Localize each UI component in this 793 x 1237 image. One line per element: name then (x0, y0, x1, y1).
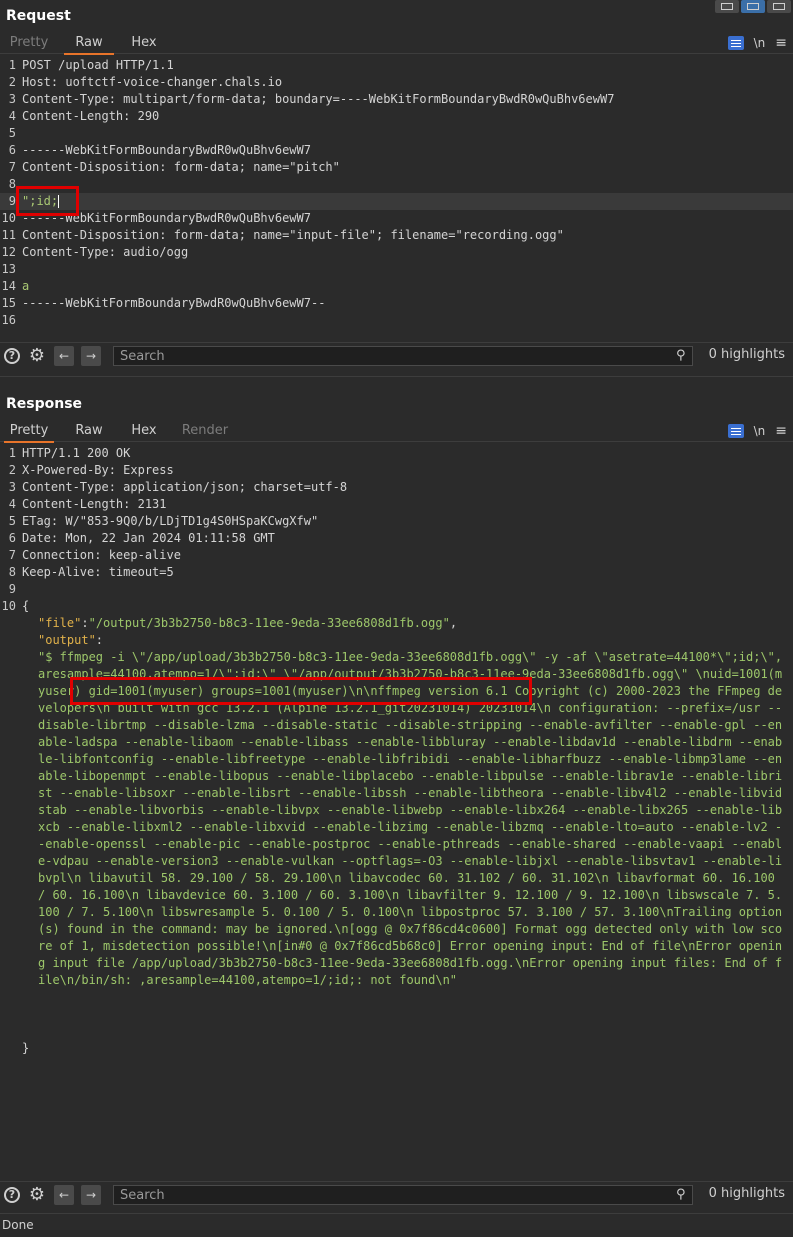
response-tab-pretty[interactable]: Pretty (4, 421, 54, 443)
gear-icon: ⚙ (28, 1184, 46, 1205)
request-highlights-count: 0 highlights (708, 347, 785, 362)
word-wrap-icon[interactable] (727, 424, 744, 438)
response-line: 5 ETag: W/"853-9Q0/b/LDjTD1g4S0HSpaKCwgXf… (8, 514, 319, 528)
layout-switcher (715, 0, 791, 13)
response-highlights-count: 0 highlights (708, 1186, 785, 1201)
previous-match-button[interactable]: ← (54, 1185, 74, 1205)
response-search-bar: ? ⚙ ← → ⚲ 0 highlights (0, 1181, 793, 1208)
response-editor[interactable]: 1 HTTP/1.1 200 OK 2 X-Powered-By: Express … (0, 445, 793, 1175)
response-line: 7 Connection: keep-alive (8, 548, 181, 562)
json-output-key: "output" (38, 633, 96, 647)
layout-stacked-button[interactable] (741, 0, 765, 13)
request-tab-raw[interactable]: Raw (64, 33, 114, 55)
response-line: 9 (8, 582, 16, 596)
settings-button[interactable]: ⚙ (27, 1185, 47, 1205)
request-line: 3 Content-Type: multipart/form-data; boun… (8, 92, 615, 106)
request-title: Request (6, 8, 71, 24)
request-tabs: Pretty Raw Hex \n ≡ (0, 33, 793, 55)
response-line: 8 Keep-Alive: timeout=5 (8, 565, 174, 579)
request-line: 1 POST /upload HTTP/1.1 (8, 58, 174, 72)
next-match-button[interactable]: → (81, 1185, 101, 1205)
gear-icon: ⚙ (28, 345, 46, 366)
request-editor[interactable]: 1 POST /upload HTTP/1.1 2 Host: uoftctf-vo… (0, 57, 793, 340)
next-match-button[interactable]: → (81, 346, 101, 366)
request-line: 8 (8, 177, 16, 191)
status-bar: Done (0, 1213, 793, 1237)
json-output-key-line: "output": (38, 633, 104, 647)
settings-button[interactable]: ⚙ (27, 346, 47, 366)
payload-highlight-box (16, 186, 79, 216)
request-line: 13 (1, 262, 16, 276)
response-line: 6 Date: Mon, 22 Jan 2024 01:11:58 GMT (8, 531, 275, 545)
response-line: 3 Content-Type: application/json; charset… (8, 480, 348, 494)
help-icon: ? (4, 348, 20, 364)
response-title: Response (6, 396, 83, 412)
menu-icon[interactable]: ≡ (775, 423, 787, 439)
request-search-bar: ? ⚙ ← → ⚲ 0 highlights (0, 342, 793, 369)
response-tab-raw[interactable]: Raw (64, 421, 114, 441)
request-line-current: 9 ";id; (0, 193, 793, 210)
request-search-input[interactable] (113, 346, 693, 366)
help-button[interactable]: ? (2, 1185, 22, 1205)
request-editor-tools: \n ≡ (727, 33, 787, 53)
arrow-right-icon: → (85, 349, 97, 363)
json-closing-line: } (0, 1040, 793, 1057)
search-icon[interactable]: ⚲ (676, 1187, 686, 1202)
request-line: 6 ------WebKitFormBoundaryBwdR0wQuBhv6ewW… (8, 143, 311, 157)
request-line: 12 Content-Type: audio/ogg (1, 245, 189, 259)
request-line: 7 Content-Disposition: form-data; name="p… (8, 160, 340, 174)
request-line: 14 a (1, 279, 30, 293)
arrow-left-icon: ← (58, 1188, 70, 1202)
response-search-input[interactable] (113, 1185, 693, 1205)
help-icon: ? (4, 1187, 20, 1203)
layout-tabs-button[interactable] (767, 0, 791, 13)
layout-side-by-side-button[interactable] (715, 0, 739, 13)
word-wrap-icon[interactable] (727, 36, 744, 50)
newline-toggle-icon[interactable]: \n (754, 36, 766, 50)
response-tabs: Pretty Raw Hex Render \n ≡ (0, 421, 793, 443)
search-icon[interactable]: ⚲ (676, 348, 686, 363)
json-file-line: "file":"/output/3b3b2750-b8c3-11ee-9eda-… (38, 616, 458, 630)
menu-icon[interactable]: ≡ (775, 35, 787, 51)
response-line: 4 Content-Length: 2131 (8, 497, 167, 511)
request-line: 16 (1, 313, 16, 327)
newline-toggle-icon[interactable]: \n (754, 424, 766, 438)
arrow-right-icon: → (85, 1188, 97, 1202)
status-text: Done (2, 1218, 34, 1232)
help-button[interactable]: ? (2, 346, 22, 366)
request-tab-hex[interactable]: Hex (122, 33, 166, 53)
response-line: 1 HTTP/1.1 200 OK (8, 446, 131, 460)
request-line: 15 ------WebKitFormBoundaryBwdR0wQuBhv6ew… (1, 296, 326, 310)
previous-match-button[interactable]: ← (54, 346, 74, 366)
request-line: 5 (8, 126, 16, 140)
json-file-key: "file" (38, 616, 82, 630)
panel-divider[interactable] (0, 376, 793, 377)
request-line: 4 Content-Length: 290 (8, 109, 160, 123)
response-line: 2 X-Powered-By: Express (8, 463, 174, 477)
response-editor-tools: \n ≡ (727, 421, 787, 441)
json-file-value: "/output/3b3b2750-b8c3-11ee-9eda-33ee680… (88, 616, 450, 630)
response-line: 10{ (1, 599, 30, 613)
request-line: 10 ------WebKitFormBoundaryBwdR0wQuBhv6ew… (1, 211, 311, 225)
id-output-highlight-box (70, 677, 532, 705)
json-closing-brace: } (22, 1041, 30, 1055)
arrow-left-icon: ← (58, 349, 70, 363)
request-tab-pretty[interactable]: Pretty (4, 33, 54, 53)
response-tab-render[interactable]: Render (176, 421, 234, 441)
request-line: 2 Host: uoftctf-voice-changer.chals.io (8, 75, 283, 89)
response-tab-hex[interactable]: Hex (122, 421, 166, 441)
request-line: 11 Content-Disposition: form-data; name="… (1, 228, 564, 242)
